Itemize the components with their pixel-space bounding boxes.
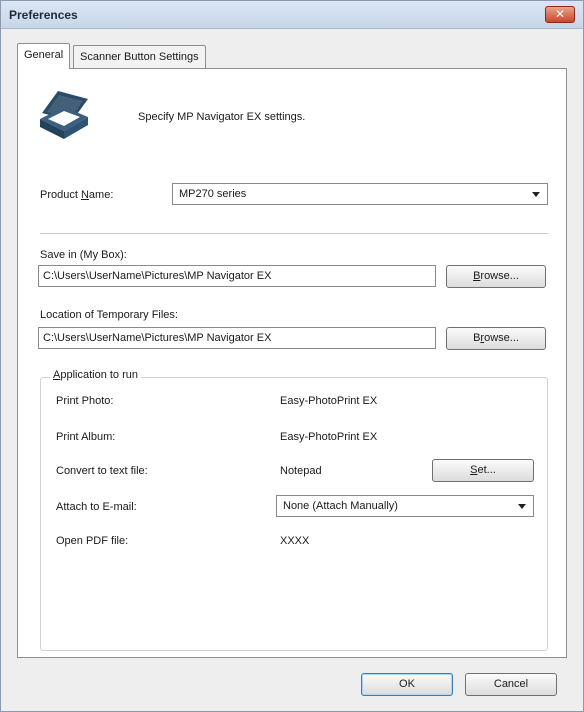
scanner-icon	[40, 91, 88, 139]
close-icon: ✕	[554, 7, 566, 21]
attach-email-label: Attach to E-mail:	[56, 501, 137, 513]
ok-button[interactable]: OK	[361, 673, 453, 696]
open-pdf-value: XXXX	[280, 535, 310, 547]
print-album-value: Easy-PhotoPrint EX	[280, 431, 378, 443]
window-title: Preferences	[9, 8, 78, 22]
attach-email-dropdown[interactable]: None (Attach Manually)	[276, 495, 534, 517]
tab-scanner-button-settings-label: Scanner Button Settings	[80, 51, 199, 63]
print-album-label: Print Album:	[56, 431, 116, 443]
tab-general-label: General	[24, 49, 64, 61]
save-in-path-field[interactable]: C:\Users\UserName\Pictures\MP Navigator …	[38, 265, 436, 287]
temp-files-path-value: C:\Users\UserName\Pictures\MP Navigator …	[43, 332, 272, 344]
product-name-dropdown[interactable]: MP270 series	[172, 183, 548, 205]
description-text: Specify MP Navigator EX settings.	[138, 111, 306, 123]
temp-files-browse-button[interactable]: Browse...	[446, 327, 546, 350]
convert-text-value: Notepad	[280, 465, 322, 477]
title-bar[interactable]: Preferences ✕	[1, 1, 583, 29]
section-divider	[40, 233, 548, 235]
cancel-button[interactable]: Cancel	[465, 673, 557, 696]
save-in-browse-button[interactable]: Browse...	[446, 265, 546, 288]
save-in-path-value: C:\Users\UserName\Pictures\MP Navigator …	[43, 270, 272, 282]
preferences-dialog: Preferences ✕ General Scanner Button Set…	[0, 0, 584, 712]
chevron-down-icon	[518, 504, 526, 509]
tab-scanner-button-settings[interactable]: Scanner Button Settings	[73, 45, 206, 69]
save-in-label: Save in (My Box):	[40, 249, 127, 261]
general-tab-panel: Specify MP Navigator EX settings. Produc…	[17, 68, 567, 658]
product-name-value: MP270 series	[179, 188, 247, 200]
attach-email-value: None (Attach Manually)	[283, 500, 398, 512]
close-button[interactable]: ✕	[545, 6, 575, 23]
temp-files-label: Location of Temporary Files:	[40, 309, 178, 321]
product-name-label: Product Name:	[40, 189, 114, 201]
open-pdf-label: Open PDF file:	[56, 535, 129, 547]
print-photo-label: Print Photo:	[56, 395, 114, 407]
temp-files-path-field[interactable]: C:\Users\UserName\Pictures\MP Navigator …	[38, 327, 436, 349]
application-to-run-title: Application to run	[50, 369, 142, 381]
convert-text-set-button[interactable]: Set...	[432, 459, 534, 482]
convert-text-label: Convert to text file:	[56, 465, 148, 477]
print-photo-value: Easy-PhotoPrint EX	[280, 395, 378, 407]
tab-general[interactable]: General	[17, 43, 71, 69]
chevron-down-icon	[532, 192, 540, 197]
